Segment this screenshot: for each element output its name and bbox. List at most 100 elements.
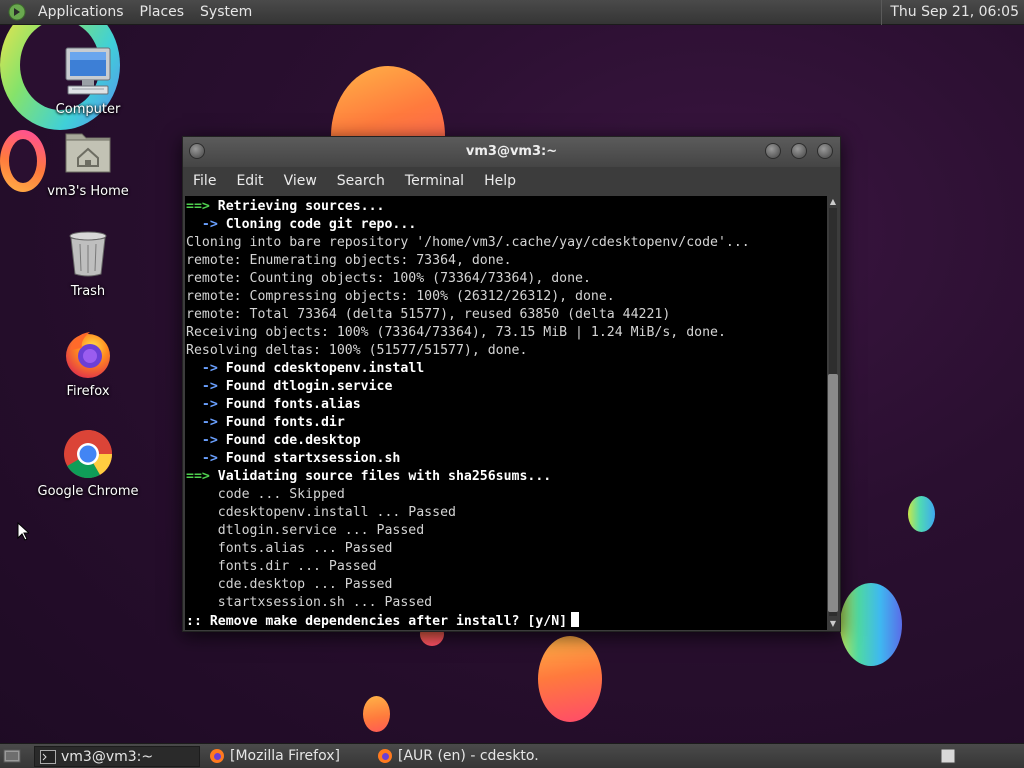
- terminal-line-prefix: ->: [186, 397, 226, 412]
- terminal-line: Resolving deltas: 100% (51577/51577), do…: [186, 342, 827, 360]
- taskbar-item-label: [Mozilla Firefox]: [230, 748, 340, 764]
- terminal-line-text: Resolving deltas: 100% (51577/51577), do…: [186, 343, 528, 358]
- mate-logo-icon[interactable]: [8, 3, 26, 21]
- scrollbar-thumb[interactable]: [828, 374, 838, 612]
- terminal-line-text: cdesktopenv.install ... Passed: [186, 505, 456, 520]
- bottom-taskbar: vm3@vm3:~ [Mozilla Firefox] [AUR (en) - …: [0, 743, 1024, 768]
- firefox-icon: [378, 749, 392, 763]
- desktop-icon-trash[interactable]: Trash: [28, 226, 148, 299]
- terminal-line: ==> Retrieving sources...: [186, 198, 827, 216]
- terminal-line: fonts.dir ... Passed: [186, 558, 827, 576]
- terminal-line-text: startxsession.sh ... Passed: [186, 595, 433, 610]
- terminal-window[interactable]: vm3@vm3:~ File Edit View Search Terminal…: [182, 136, 841, 632]
- mouse-pointer-icon: [17, 522, 29, 541]
- taskbar-item-aur-firefox[interactable]: [AUR (en) - cdeskto...: [372, 746, 540, 767]
- terminal-cursor: [571, 612, 580, 627]
- terminal-line: remote: Total 73364 (delta 51577), reuse…: [186, 306, 827, 324]
- menu-applications[interactable]: Applications: [30, 0, 132, 25]
- terminal-scrollbar[interactable]: ▲ ▼: [827, 196, 839, 630]
- desktop-icon-label: Google Chrome: [37, 484, 139, 499]
- terminal-output[interactable]: ==> Retrieving sources... -> Cloning cod…: [185, 196, 827, 630]
- menu-search[interactable]: Search: [327, 167, 395, 196]
- wallpaper-bottom-blob: [538, 636, 602, 722]
- terminal-menubar: File Edit View Search Terminal Help: [183, 167, 840, 196]
- menu-places[interactable]: Places: [132, 0, 193, 25]
- terminal-line: -> Found fonts.alias: [186, 396, 827, 414]
- terminal-line-text: remote: Enumerating objects: 73364, done…: [186, 253, 512, 268]
- terminal-line: remote: Counting objects: 100% (73364/73…: [186, 270, 827, 288]
- terminal-line: Receiving objects: 100% (73364/73364), 7…: [186, 324, 827, 342]
- wallpaper-small-blob: [363, 696, 390, 732]
- terminal-line: code ... Skipped: [186, 486, 827, 504]
- terminal-line-text: fonts.alias ... Passed: [186, 541, 393, 556]
- menu-edit[interactable]: Edit: [226, 167, 273, 196]
- terminal-line-prefix: ->: [186, 451, 226, 466]
- menu-system[interactable]: System: [192, 0, 260, 25]
- terminal-line: -> Found cde.desktop: [186, 432, 827, 450]
- terminal-line-text: fonts.dir ... Passed: [186, 559, 377, 574]
- terminal-line-text: Found startxsession.sh: [225, 451, 401, 466]
- terminal-line-text: cde.desktop ... Passed: [186, 577, 393, 592]
- menu-help[interactable]: Help: [474, 167, 526, 196]
- top-panel: Applications Places System Thu Sep 21, 0…: [0, 0, 1024, 25]
- terminal-line: dtlogin.service ... Passed: [186, 522, 827, 540]
- terminal-line: Cloning into bare repository '/home/vm3/…: [186, 234, 827, 252]
- terminal-line: -> Found dtlogin.service: [186, 378, 827, 396]
- wallpaper-right-blob: [840, 583, 902, 666]
- panel-clock[interactable]: Thu Sep 21, 06:05: [881, 0, 1019, 25]
- desktop-icon-label: Trash: [70, 284, 106, 299]
- terminal-titlebar[interactable]: vm3@vm3:~: [183, 137, 840, 167]
- terminal-line-text: Cloning code git repo...: [225, 217, 417, 232]
- terminal-line-prefix: ==>: [186, 469, 218, 484]
- desktop-icon-home[interactable]: vm3's Home: [28, 126, 148, 199]
- desktop-icon-firefox[interactable]: Firefox: [28, 326, 148, 399]
- taskbar-item-label: [AUR (en) - cdeskto...: [398, 748, 540, 764]
- firefox-icon: [210, 749, 224, 763]
- terminal-line-prefix: ->: [186, 217, 226, 232]
- menu-file[interactable]: File: [183, 167, 226, 196]
- chrome-icon: [60, 426, 116, 482]
- terminal-line-text: remote: Compressing objects: 100% (26312…: [186, 289, 615, 304]
- terminal-line-prefix: ->: [186, 433, 226, 448]
- terminal-icon: [40, 750, 56, 764]
- terminal-line: -> Cloning code git repo...: [186, 216, 827, 234]
- terminal-line-text: Found fonts.alias: [225, 397, 361, 412]
- desktop-icon-label: vm3's Home: [47, 184, 129, 199]
- terminal-line-text: Receiving objects: 100% (73364/73364), 7…: [186, 325, 726, 340]
- terminal-line: -> Found startxsession.sh: [186, 450, 827, 468]
- terminal-line-text: Found cde.desktop: [225, 433, 361, 448]
- menu-terminal[interactable]: Terminal: [395, 167, 474, 196]
- trash-icon: [60, 226, 116, 282]
- terminal-line-text: Found fonts.dir: [225, 415, 345, 430]
- scroll-down-arrow-icon[interactable]: ▼: [827, 618, 839, 630]
- workspace-switcher-icon[interactable]: [940, 748, 956, 764]
- terminal-line: remote: Compressing objects: 100% (26312…: [186, 288, 827, 306]
- terminal-line-text: Retrieving sources...: [217, 199, 385, 214]
- terminal-line: -> Found cdesktopenv.install: [186, 360, 827, 378]
- terminal-line: ==> Validating source files with sha256s…: [186, 468, 827, 486]
- taskbar-item-firefox[interactable]: [Mozilla Firefox]: [204, 746, 369, 767]
- desktop-icon-label: Firefox: [66, 384, 110, 399]
- terminal-line: remote: Enumerating objects: 73364, done…: [186, 252, 827, 270]
- terminal-line-prefix: ==>: [186, 199, 218, 214]
- terminal-line-text: Cloning into bare repository '/home/vm3/…: [186, 235, 750, 250]
- scroll-up-arrow-icon[interactable]: ▲: [827, 196, 839, 208]
- minimize-button[interactable]: [765, 143, 781, 159]
- computer-icon: [60, 44, 116, 100]
- terminal-line: fonts.alias ... Passed: [186, 540, 827, 558]
- taskbar-item-label: vm3@vm3:~: [61, 749, 154, 765]
- taskbar-item-terminal[interactable]: vm3@vm3:~: [34, 746, 200, 767]
- home-folder-icon: [60, 126, 116, 182]
- desktop-icon-label: Computer: [55, 102, 121, 117]
- maximize-button[interactable]: [791, 143, 807, 159]
- terminal-line-text: code ... Skipped: [186, 487, 345, 502]
- close-button[interactable]: [817, 143, 833, 159]
- terminal-line-text: Found cdesktopenv.install: [225, 361, 425, 376]
- terminal-line: cdesktopenv.install ... Passed: [186, 504, 827, 522]
- show-desktop-icon[interactable]: [3, 748, 21, 764]
- desktop-icon-chrome[interactable]: Google Chrome: [28, 426, 148, 499]
- menu-view[interactable]: View: [274, 167, 327, 196]
- terminal-line-text: :: Remove make dependencies after instal…: [186, 614, 568, 629]
- terminal-line: startxsession.sh ... Passed: [186, 594, 827, 612]
- desktop-icon-computer[interactable]: Computer: [28, 44, 148, 117]
